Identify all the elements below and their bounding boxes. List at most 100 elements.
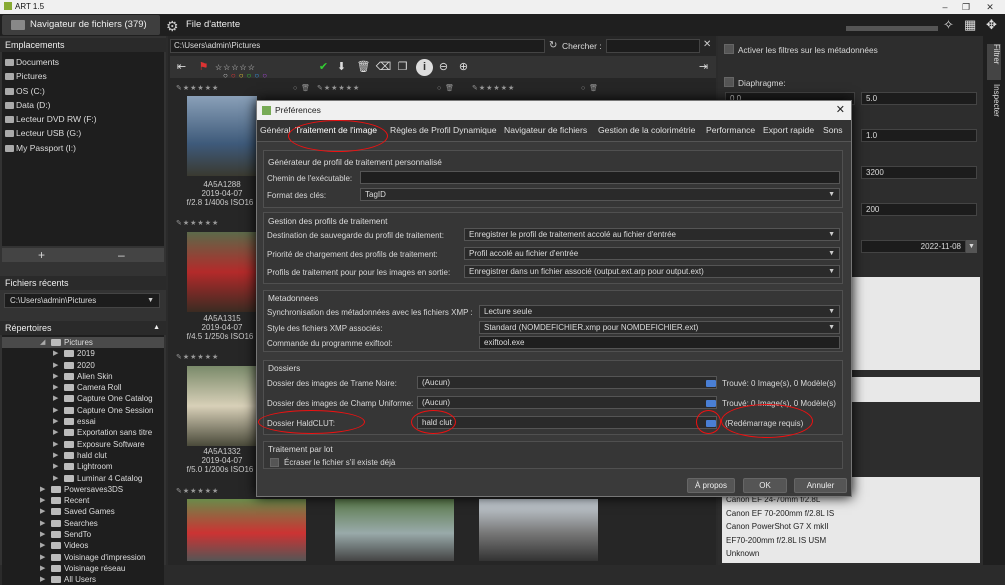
place-os-c[interactable]: OS (C:) xyxy=(2,84,164,98)
tab-filter[interactable]: Filtrer xyxy=(987,44,1001,80)
thumb-actions[interactable]: ○ 🗑 xyxy=(437,84,455,92)
collapse-left-icon[interactable]: ⇤ xyxy=(173,59,190,76)
place-documents[interactable]: Documents xyxy=(2,55,164,69)
zoom-out-icon[interactable]: ⊖ xyxy=(435,59,452,76)
dir-item[interactable]: ▶ Saved Games xyxy=(2,506,164,517)
thumbnail-image[interactable] xyxy=(187,499,306,561)
lens-item[interactable]: Canon EF 70-200mm f/2.8L IS xyxy=(726,507,980,521)
ok-button[interactable]: OK xyxy=(743,478,787,493)
trash-icon[interactable]: 🗑 xyxy=(355,59,372,76)
xmp-style-select[interactable]: Standard (NOMDEFICHIER.xmp pour NOMDEFIC… xyxy=(479,321,840,334)
dir-item[interactable]: ▶ Exposure Software xyxy=(2,439,164,450)
thumb-rating[interactable]: ✎★★★★★ xyxy=(317,84,360,92)
collapse-right-icon[interactable]: ⇥ xyxy=(695,59,712,76)
expand-arrow-icon[interactable]: ▶ xyxy=(40,484,45,495)
place-data-d[interactable]: Data (D:) xyxy=(2,98,164,112)
tab-dynamic-profile[interactable]: Règles de Profil Dynamique xyxy=(390,125,497,135)
minimize-button[interactable]: – xyxy=(935,0,955,14)
move-icon[interactable]: ✥ xyxy=(986,17,997,33)
expand-arrow-icon[interactable]: ▶ xyxy=(53,461,58,472)
expand-arrow-icon[interactable]: ▶ xyxy=(53,371,58,382)
thumbnail-image[interactable] xyxy=(335,499,454,561)
dir-pictures[interactable]: ◢ Pictures xyxy=(2,337,164,349)
overwrite-checkbox[interactable] xyxy=(270,458,279,467)
dir-item[interactable]: ▶ Videos xyxy=(2,540,164,551)
refresh-icon[interactable]: ↻ xyxy=(549,40,557,51)
lens-item[interactable]: Unknown xyxy=(726,547,980,561)
lens-item[interactable]: Canon PowerShot G7 X mkII xyxy=(726,520,980,534)
exiftool-input[interactable]: exiftool.exe xyxy=(479,336,840,349)
aperture-max-input[interactable]: 5.0 xyxy=(861,92,977,105)
thumbnail-image[interactable] xyxy=(187,366,257,446)
dir-item[interactable]: ▶ Capture One Catalog xyxy=(2,393,164,404)
expand-arrow-icon[interactable]: ▶ xyxy=(40,574,45,585)
calendar-dropdown-icon[interactable]: ▼ xyxy=(966,240,977,253)
thumbnail-image[interactable] xyxy=(187,96,257,176)
folder-browse-icon[interactable] xyxy=(706,380,716,387)
tab-color-management[interactable]: Gestion de la colorimétrie xyxy=(598,125,695,135)
lens-item[interactable]: EF70-200mm f/2.8L IS USM xyxy=(726,534,980,548)
tab-general[interactable]: Général xyxy=(260,125,291,135)
copy-icon[interactable]: ❐ xyxy=(394,59,411,76)
tab-file-browser[interactable]: Navigateur de fichiers (379) xyxy=(2,15,160,35)
save-filter-icon[interactable]: ⬇ xyxy=(333,59,350,76)
flatfield-folder[interactable]: (Aucun) xyxy=(417,396,717,409)
expand-arrow-icon[interactable]: ▶ xyxy=(53,393,58,404)
delete-icon[interactable]: ⌫ xyxy=(375,59,392,76)
collapse-icon[interactable]: ▲ xyxy=(153,321,160,335)
maximize-button[interactable]: ❐ xyxy=(956,0,976,14)
place-dvd-f[interactable]: Lecteur DVD RW (F:) xyxy=(2,112,164,126)
dir-item[interactable]: ▶ 2019 xyxy=(2,348,164,359)
expand-arrow-icon[interactable]: ▶ xyxy=(40,506,45,517)
close-window-button[interactable]: ✕ xyxy=(980,0,1000,14)
tab-performance[interactable]: Performance xyxy=(706,125,755,135)
dir-item[interactable]: ▶ 2020 xyxy=(2,360,164,371)
tab-inspect[interactable]: Inspecter xyxy=(987,84,1001,134)
cancel-button[interactable]: Annuler xyxy=(794,478,847,493)
expand-arrow-icon[interactable]: ▶ xyxy=(40,495,45,506)
recent-select[interactable]: C:\Users\admin\Pictures ▼ xyxy=(4,293,160,308)
exe-path-input[interactable] xyxy=(360,171,840,184)
dir-item[interactable]: ▶ All Users xyxy=(2,574,164,585)
aperture-checkbox[interactable] xyxy=(724,77,734,87)
thumb-rating[interactable]: ✎★★★★★ xyxy=(176,84,219,92)
add-place-button[interactable]: + xyxy=(38,248,45,262)
dir-item[interactable]: ▶ Exportation sans titre xyxy=(2,427,164,438)
thumb-rating[interactable]: ✎★★★★★ xyxy=(472,84,515,92)
dir-item[interactable]: ▶ SendTo xyxy=(2,529,164,540)
dir-item[interactable]: ▶ Searches xyxy=(2,518,164,529)
place-pictures[interactable]: Pictures xyxy=(2,69,164,83)
focal-max-input[interactable]: 200 xyxy=(861,203,977,216)
tab-queue[interactable]: ⚙ File d'attente xyxy=(166,15,286,35)
thumb-actions[interactable]: ○ 🗑 xyxy=(293,84,311,92)
meta-filter-checkbox[interactable] xyxy=(724,44,734,54)
dir-item[interactable]: ▶ Luminar 4 Catalog xyxy=(2,473,164,484)
dir-item[interactable]: ▶ Alien Skin xyxy=(2,371,164,382)
place-usb-g[interactable]: Lecteur USB (G:) xyxy=(2,126,164,140)
expand-arrow-icon[interactable]: ▶ xyxy=(53,427,58,438)
dir-item[interactable]: ▶ Recent xyxy=(2,495,164,506)
dir-item[interactable]: ▶ Camera Roll xyxy=(2,382,164,393)
expand-arrow-icon[interactable]: ▶ xyxy=(40,540,45,551)
thumbnail-image[interactable] xyxy=(187,232,257,312)
remove-place-button[interactable]: – xyxy=(118,248,125,262)
clear-search-icon[interactable]: ✕ xyxy=(703,39,711,50)
search-input[interactable] xyxy=(606,39,700,53)
about-button[interactable]: À propos xyxy=(687,478,735,493)
dir-item[interactable]: ▶ Voisinage d'impression xyxy=(2,552,164,563)
path-input[interactable]: C:\Users\admin\Pictures xyxy=(170,39,545,53)
place-passport-i[interactable]: My Passport (I:) xyxy=(2,141,164,155)
expand-arrow-icon[interactable]: ▶ xyxy=(53,405,58,416)
dir-item[interactable]: ▶ essai xyxy=(2,416,164,427)
info-icon[interactable]: i xyxy=(416,59,433,76)
thumb-rating[interactable]: ✎★★★★★ xyxy=(176,353,219,361)
dir-item[interactable]: ▶ hald clut xyxy=(2,450,164,461)
edited-filter-icon[interactable]: ✔ xyxy=(315,59,332,76)
filter-rank-icon[interactable]: ⚑ xyxy=(195,59,212,76)
tab-quick-export[interactable]: Export rapide xyxy=(763,125,814,135)
thumb-rating[interactable]: ✎★★★★★ xyxy=(176,487,219,495)
zoom-in-icon[interactable]: ⊕ xyxy=(455,59,472,76)
expand-arrow-icon[interactable]: ▶ xyxy=(53,416,58,427)
date-input[interactable]: 2022-11-08 xyxy=(861,240,966,253)
expand-arrow-icon[interactable]: ▶ xyxy=(40,518,45,529)
